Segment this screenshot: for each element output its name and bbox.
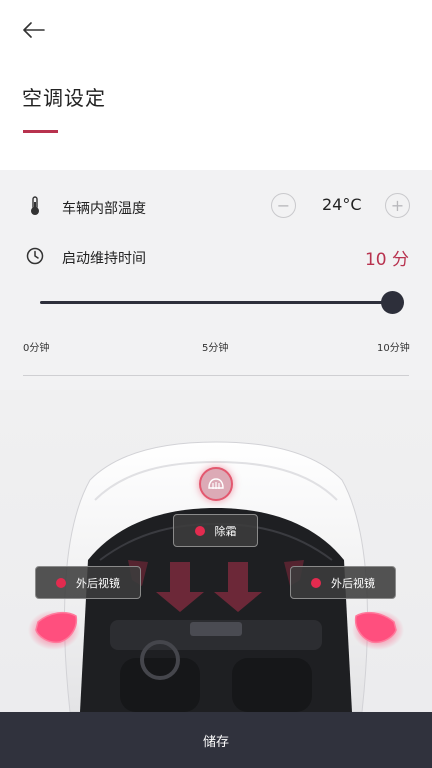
temperature-value: 24°C: [322, 195, 362, 214]
defrost-toggle[interactable]: 除霜: [173, 514, 258, 547]
thermometer-icon: [24, 195, 46, 217]
duration-label: 启动维持时间: [62, 251, 146, 267]
temperature-increase-button[interactable]: +: [385, 193, 410, 218]
settings-panel: 车辆内部温度 − 24°C + 启动维持时间 10 分 0分钟 5分钟 10分钟: [0, 170, 432, 390]
title-underline: [23, 130, 58, 133]
duration-value: 10 分: [364, 250, 409, 270]
car-top-view-image: [28, 441, 404, 712]
slider-tick-max: 10分钟: [377, 343, 410, 354]
minus-icon: −: [276, 195, 291, 215]
left-mirror-label: 外后视镜: [76, 576, 120, 590]
slider-tick-min: 0分钟: [23, 343, 50, 354]
clock-icon: [24, 245, 46, 267]
defrost-label: 除霜: [214, 524, 237, 538]
save-label: 储存: [202, 734, 229, 750]
duration-slider-track[interactable]: [40, 301, 392, 304]
page-title: 空调设定: [22, 86, 106, 110]
right-mirror-heat-toggle[interactable]: 外后视镜: [290, 566, 396, 599]
plus-icon: +: [390, 195, 405, 215]
temperature-label: 车辆内部温度: [62, 201, 146, 217]
slider-tick-mid: 5分钟: [202, 343, 229, 354]
right-mirror-status-dot: [311, 577, 321, 588]
car-illustration: 除霜 外后视镜 外后视镜: [0, 390, 432, 712]
back-button[interactable]: [18, 16, 50, 44]
left-mirror-heat-toggle[interactable]: 外后视镜: [35, 566, 141, 599]
left-mirror-status-dot: [56, 577, 66, 588]
right-mirror-label: 外后视镜: [331, 576, 375, 590]
header: 空调设定: [0, 0, 432, 170]
divider: [23, 375, 409, 376]
save-button[interactable]: 储存: [0, 712, 432, 768]
arrow-left-icon: [23, 22, 45, 38]
temperature-decrease-button[interactable]: −: [271, 193, 296, 218]
defrost-status-dot: [194, 525, 205, 536]
rear-defrost-icon[interactable]: [199, 467, 233, 501]
duration-slider-thumb[interactable]: [380, 291, 404, 314]
